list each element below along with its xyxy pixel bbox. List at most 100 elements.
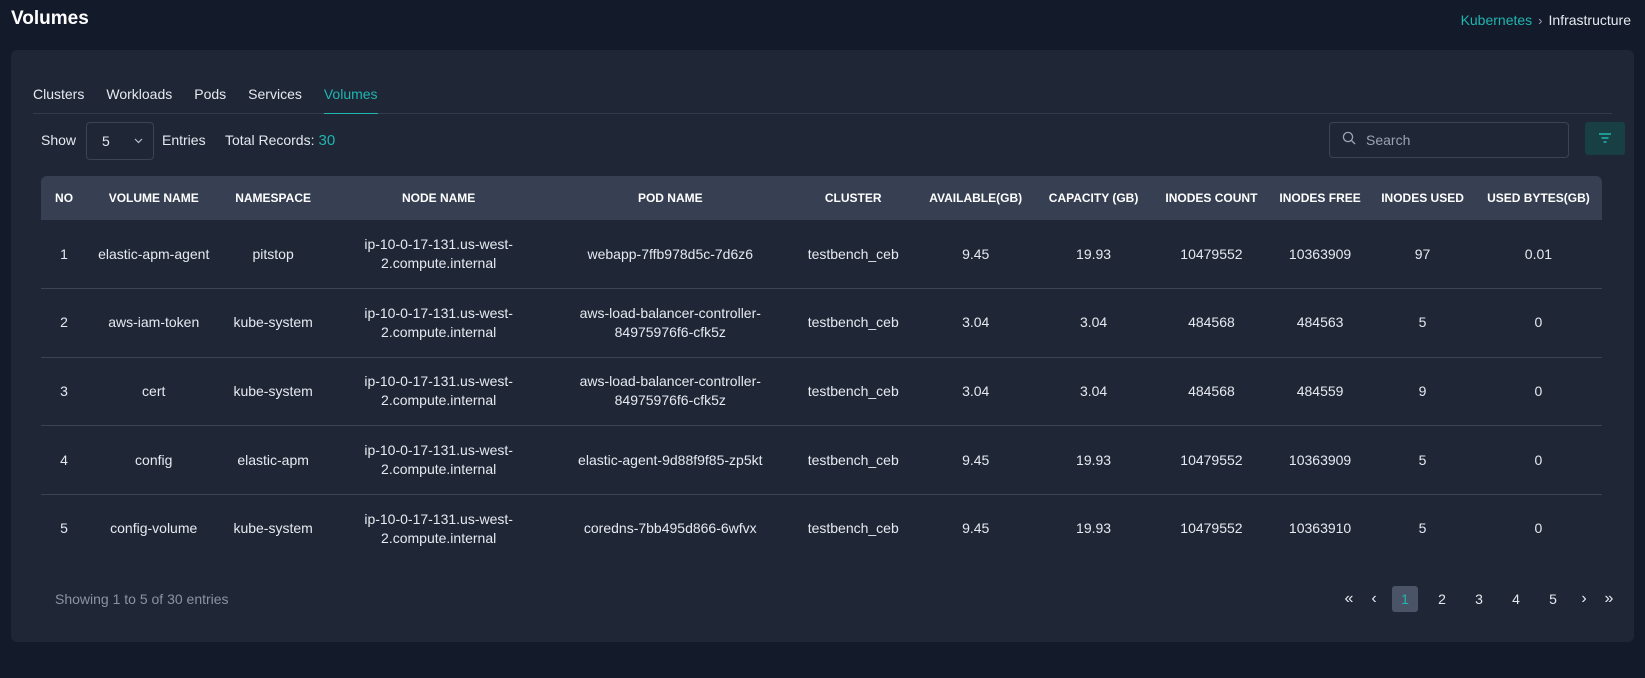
tab-workloads[interactable]: Workloads (106, 80, 172, 114)
cell-used-bytes-gb: 0 (1534, 520, 1543, 537)
page-button-4[interactable]: 4 (1503, 586, 1529, 612)
column-header-inodes-used: INODES USED (1381, 191, 1464, 205)
page-size-value: 5 (102, 133, 110, 149)
column-header-used-bytes-gb: USED BYTES(GB) (1487, 191, 1590, 205)
column-header-capacity-gb: CAPACITY (GB) (1048, 191, 1139, 205)
cell-cluster: testbench_ceb (789, 357, 918, 427)
column-header-inodes-free: INODES FREE (1279, 191, 1361, 205)
cell-volume-name: cert (87, 357, 221, 427)
cell-used-bytes-gb: 0 (1474, 288, 1602, 358)
cell-inodes-free: 10363909 (1269, 220, 1371, 290)
cell-volume-name: config-volume (110, 520, 198, 537)
table-row[interactable]: 4 config elastic-apm ip-10-0-17-131.us-west… (41, 425, 1602, 495)
table-row[interactable]: 5 config-volume kube-system ip-10-0-17-131.… (41, 494, 1602, 563)
cell-volume-name: config (87, 425, 221, 495)
search-icon (1342, 131, 1356, 150)
cell-pod-name: aws-load-balancer-controller-84975976f6-… (551, 357, 790, 427)
table-body: 1 elastic-apm-agent pitstop ip-10-0-17-131.… (41, 220, 1602, 563)
cell-capacity-gb: 3.04 (1034, 357, 1154, 427)
last-page-icon[interactable]: » (1602, 586, 1616, 612)
cell-pod-name: elastic-agent-9d88f9f85-zp5kt (551, 425, 790, 495)
tab-clusters[interactable]: Clusters (33, 80, 84, 114)
column-header-volume-name: VOLUME NAME (108, 191, 199, 205)
cell-no: 1 (41, 220, 88, 290)
table-row[interactable]: 3 cert kube-system ip-10-0-17-131.us-west-2… (41, 357, 1602, 427)
cell-inodes-used: 5 (1370, 288, 1475, 358)
cell-inodes-count: 10479552 (1153, 220, 1270, 290)
cell-inodes-used: 97 (1370, 220, 1475, 290)
cell-namespace: pitstop (220, 220, 326, 290)
cell-available-gb: 3.04 (917, 357, 1035, 427)
cell-cluster: testbench_ceb (789, 220, 918, 290)
cell-capacity-gb: 3.04 (1034, 288, 1154, 358)
cell-used-bytes-gb: 0 (1474, 425, 1602, 495)
breadcrumb-current: Infrastructure (1548, 12, 1631, 28)
breadcrumb: Kubernetes › Infrastructure (1461, 12, 1631, 28)
table-header-row: NO VOLUME NAME NAMESPACE NODE NAME POD NAME C… (41, 176, 1602, 220)
breadcrumb-separator: › (1538, 12, 1543, 28)
column-header-namespace: NAMESPACE (235, 191, 312, 205)
search-box[interactable] (1329, 122, 1569, 158)
table-row[interactable]: 1 elastic-apm-agent pitstop ip-10-0-17-131.… (41, 220, 1602, 290)
cell-namespace: kube-system (220, 288, 326, 358)
cell-node-name: ip-10-0-17-131.us-west-2.compute.interna… (325, 357, 552, 427)
cell-cluster: testbench_ceb (807, 520, 899, 537)
table-row[interactable]: 2 aws-iam-token kube-system ip-10-0-17-131.… (41, 288, 1602, 358)
tab-services[interactable]: Services (248, 80, 302, 114)
page-button-3[interactable]: 3 (1466, 586, 1492, 612)
column-header-inodes-count: INODES COUNT (1165, 191, 1258, 205)
total-records-label: Total Records: (225, 132, 315, 148)
cell-cluster: testbench_ceb (789, 288, 918, 358)
tab-volumes[interactable]: Volumes (323, 80, 378, 114)
cell-volume-name: aws-iam-token (87, 288, 221, 358)
table-controls: Show 5 Entries Total Records: 30 (41, 122, 1625, 160)
cell-no: 5 (60, 520, 68, 537)
cell-node-name: ip-10-0-17-131.us-west-2.compute.interna… (325, 288, 552, 358)
volumes-card: Clusters Workloads Pods Services Volumes… (11, 50, 1634, 642)
page-button-5[interactable]: 5 (1540, 586, 1566, 612)
cell-capacity-gb: 19.93 (1076, 520, 1112, 537)
cell-inodes-used: 5 (1418, 520, 1427, 537)
page-button-2[interactable]: 2 (1429, 586, 1455, 612)
page-size-select[interactable]: 5 (86, 122, 154, 160)
cell-capacity-gb: 19.93 (1034, 220, 1154, 290)
next-page-icon[interactable]: › (1577, 586, 1591, 612)
cell-inodes-count: 10479552 (1153, 425, 1270, 495)
page-button-1[interactable]: 1 (1392, 586, 1418, 612)
filter-icon (1598, 130, 1612, 148)
cell-inodes-free: 10363910 (1288, 520, 1352, 537)
tab-pods[interactable]: Pods (194, 80, 226, 114)
first-page-icon[interactable]: « (1342, 586, 1356, 612)
column-header-pod-name: POD NAME (637, 191, 703, 205)
cell-inodes-free: 484563 (1269, 288, 1371, 358)
cell-available-gb: 9.45 (917, 425, 1035, 495)
cell-namespace: elastic-apm (220, 425, 326, 495)
cell-inodes-count: 484568 (1153, 357, 1270, 427)
cell-inodes-free: 484559 (1269, 357, 1371, 427)
filter-button[interactable] (1585, 122, 1625, 155)
cell-node-name: ip-10-0-17-131.us-west-2.compute.interna… (325, 425, 552, 495)
cell-volume-name: elastic-apm-agent (87, 220, 221, 290)
breadcrumb-kubernetes-link[interactable]: Kubernetes (1461, 12, 1533, 28)
column-header-no: NO (55, 191, 74, 205)
cell-used-bytes-gb: 0.01 (1474, 220, 1602, 290)
volumes-table: NO VOLUME NAME NAMESPACE NODE NAME POD NAME C… (41, 176, 1602, 563)
cell-namespace: kube-system (233, 520, 313, 537)
entries-label: Entries (162, 132, 206, 148)
showing-entries-text: Showing 1 to 5 of 30 entries (55, 591, 229, 607)
table-footer: Showing 1 to 5 of 30 entries « ‹ 1 2 3 4… (55, 586, 1616, 614)
cell-pod-name: coredns-7bb495d866-6wfvx (583, 520, 757, 537)
cell-node-name: ip-10-0-17-131.us-west-2.compute.interna… (364, 510, 513, 546)
column-header-cluster: CLUSTER (824, 191, 882, 205)
cell-no: 4 (41, 425, 88, 495)
column-header-node-name: NODE NAME (401, 191, 476, 205)
cell-available-gb: 9.45 (962, 520, 990, 537)
search-input[interactable] (1366, 132, 1556, 148)
cell-cluster: testbench_ceb (789, 425, 918, 495)
cell-inodes-count: 10479552 (1180, 520, 1243, 537)
cell-node-name: ip-10-0-17-131.us-west-2.compute.interna… (325, 220, 552, 290)
column-header-available-gb: AVAILABLE(GB) (929, 191, 1023, 205)
cell-no: 3 (41, 357, 88, 427)
cell-capacity-gb: 19.93 (1034, 425, 1154, 495)
previous-page-icon[interactable]: ‹ (1367, 586, 1381, 612)
